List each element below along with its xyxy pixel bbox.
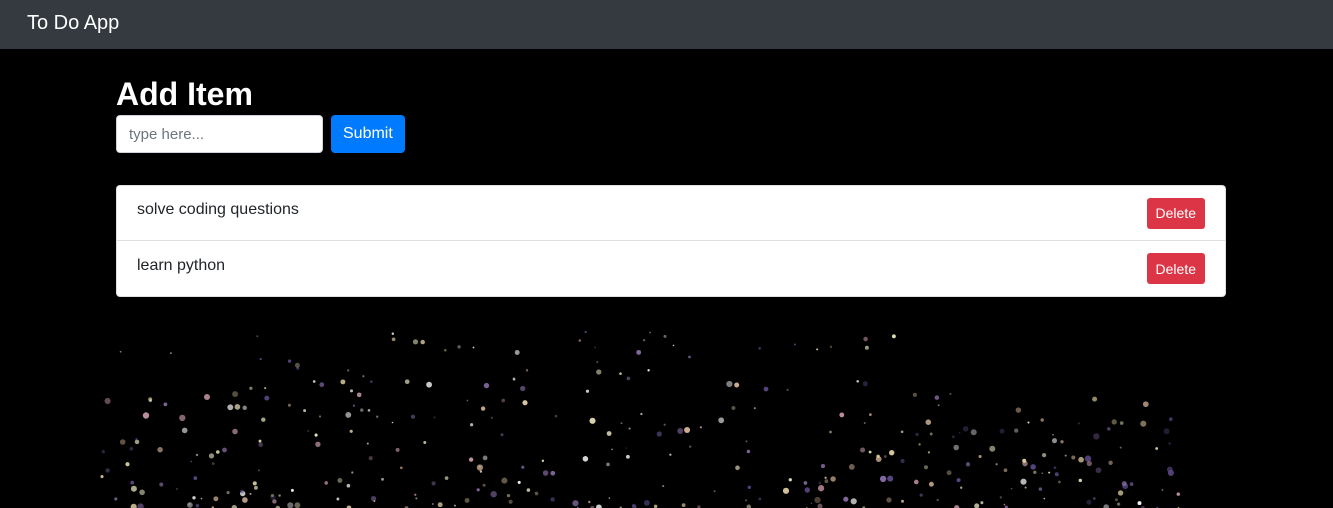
list-item: learn python Delete	[117, 241, 1225, 296]
page-title: Add Item	[116, 76, 253, 112]
delete-button[interactable]: Delete	[1146, 253, 1205, 284]
todo-item-text: learn python	[137, 256, 226, 274]
app-root: To Do App Add Item Submit solve coding q…	[0, 0, 1333, 508]
submit-button[interactable]: Submit	[331, 115, 405, 153]
todo-list: solve coding questions Delete learn pyth…	[116, 185, 1226, 297]
navbar-brand[interactable]: To Do App	[27, 13, 119, 33]
add-item-form: Submit	[116, 115, 1226, 153]
list-item: solve coding questions Delete	[117, 186, 1225, 241]
todo-item-text: solve coding questions	[137, 201, 299, 218]
main-content: Add Item Submit solve coding questions D…	[116, 49, 1226, 297]
delete-button[interactable]: Delete	[1146, 197, 1205, 229]
todo-input[interactable]	[116, 115, 323, 153]
navbar: To Do App	[0, 0, 1333, 49]
